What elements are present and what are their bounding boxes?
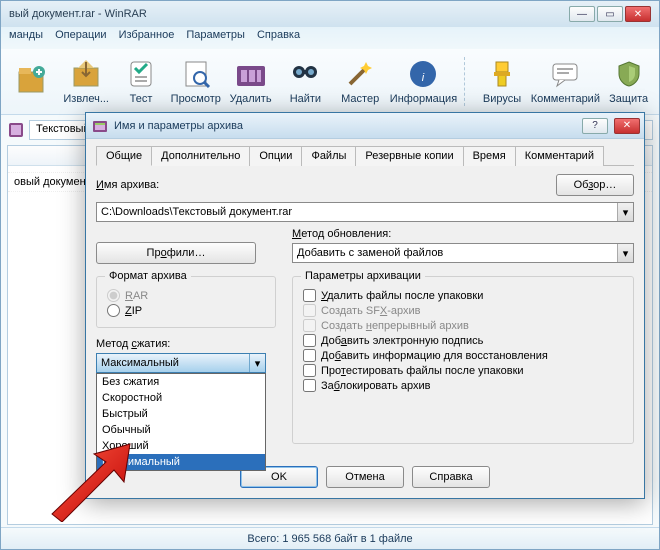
compression-select[interactable]: Максимальный ▾ xyxy=(96,353,266,373)
menu-commands[interactable]: манды xyxy=(9,29,43,47)
delete-icon xyxy=(235,58,267,90)
chevron-down-icon[interactable]: ▾ xyxy=(249,354,265,372)
profiles-button[interactable]: Профили… xyxy=(96,242,256,264)
archive-format-group: Формат архива RAR ZIP xyxy=(96,276,276,328)
archive-name-input[interactable]: C:\Downloads\Текстовый документ.rar ▾ xyxy=(96,202,634,222)
tool-comment[interactable]: Комментарий xyxy=(530,51,600,112)
tab-comment[interactable]: Комментарий xyxy=(515,146,604,166)
main-window-title: вый документ.rar - WinRAR xyxy=(9,8,147,20)
dialog-title: Имя и параметры архива xyxy=(114,120,576,132)
pointer-arrow-icon xyxy=(44,442,134,522)
tool-view[interactable]: Просмотр xyxy=(169,51,222,112)
compression-label: Метод сжатия: xyxy=(96,338,276,350)
tab-advanced[interactable]: Дополнительно xyxy=(151,146,250,166)
dd-option-fast[interactable]: Быстрый xyxy=(97,406,265,422)
tab-backup[interactable]: Резервные копии xyxy=(355,146,463,166)
tab-general[interactable]: Общие xyxy=(96,146,152,166)
archive-params-group: Параметры архивации Удалить файлы после … xyxy=(292,276,634,444)
toolbar: Извлеч... Тест Просмотр Удалить Найти Ма… xyxy=(1,49,659,115)
status-text: Всего: 1 965 568 байт в 1 файле xyxy=(247,533,412,545)
winrar-icon xyxy=(92,118,108,134)
check-test-after[interactable]: Протестировать файлы после упаковки xyxy=(303,364,623,377)
update-method-label: Метод обновления: xyxy=(292,228,634,240)
chevron-down-icon[interactable]: ▾ xyxy=(617,244,633,262)
virus-icon xyxy=(486,58,518,90)
main-close-button[interactable]: ✕ xyxy=(625,6,651,22)
maximize-button[interactable]: ▭ xyxy=(597,6,623,22)
protect-icon xyxy=(613,58,645,90)
find-icon xyxy=(289,58,321,90)
comment-icon xyxy=(549,58,581,90)
menu-bar: манды Операции Избранное Параметры Справ… xyxy=(1,27,659,49)
archive-options-dialog: Имя и параметры архива ? ✕ Общие Дополни… xyxy=(85,112,645,499)
tool-add[interactable] xyxy=(5,51,58,112)
dd-option-none[interactable]: Без сжатия xyxy=(97,374,265,390)
dd-option-normal[interactable]: Обычный xyxy=(97,422,265,438)
info-icon: i xyxy=(407,58,439,90)
format-zip-radio[interactable]: ZIP xyxy=(107,304,265,317)
chevron-down-icon[interactable]: ▾ xyxy=(617,203,633,221)
browse-button[interactable]: Обзор… xyxy=(556,174,634,196)
tool-info[interactable]: i Информация xyxy=(389,51,459,112)
check-sfx: Создать SFX-архив xyxy=(303,304,623,317)
format-rar-radio[interactable]: RAR xyxy=(107,289,265,302)
check-signature[interactable]: Добавить электронную подпись xyxy=(303,334,623,347)
test-icon xyxy=(125,58,157,90)
archive-add-icon xyxy=(15,64,47,96)
menu-operations[interactable]: Операции xyxy=(55,29,106,47)
dialog-tabs: Общие Дополнительно Опции Файлы Резервны… xyxy=(96,145,634,166)
extract-icon xyxy=(70,58,102,90)
check-solid: Создать непрерывный архив xyxy=(303,319,623,332)
tool-extract[interactable]: Извлеч... xyxy=(60,51,113,112)
tab-time[interactable]: Время xyxy=(463,146,516,166)
toolbar-separator xyxy=(464,57,469,106)
wizard-icon xyxy=(344,58,376,90)
cancel-button[interactable]: Отмена xyxy=(326,466,404,488)
menu-favorites[interactable]: Избранное xyxy=(119,29,175,47)
menu-options[interactable]: Параметры xyxy=(186,29,245,47)
tool-wizard[interactable]: Мастер xyxy=(334,51,387,112)
dd-option-fastest[interactable]: Скоростной xyxy=(97,390,265,406)
dialog-help-button[interactable]: ? xyxy=(582,118,608,134)
archive-icon xyxy=(7,121,25,139)
dialog-title-bar[interactable]: Имя и параметры архива ? ✕ xyxy=(86,113,644,139)
view-icon xyxy=(180,58,212,90)
tool-virus[interactable]: Вирусы xyxy=(476,51,529,112)
check-lock[interactable]: Заблокировать архив xyxy=(303,379,623,392)
check-recovery[interactable]: Добавить информацию для восстановления xyxy=(303,349,623,362)
tab-options[interactable]: Опции xyxy=(249,146,302,166)
check-delete-after[interactable]: Удалить файлы после упаковки xyxy=(303,289,623,302)
tool-find[interactable]: Найти xyxy=(279,51,332,112)
minimize-button[interactable]: — xyxy=(569,6,595,22)
main-window-title-bar: вый документ.rar - WinRAR — ▭ ✕ xyxy=(1,1,659,27)
tool-delete[interactable]: Удалить xyxy=(224,51,277,112)
menu-help[interactable]: Справка xyxy=(257,29,300,47)
tool-protect[interactable]: Защита xyxy=(602,51,655,112)
update-method-select[interactable]: Добавить с заменой файлов ▾ xyxy=(292,243,634,263)
help-button[interactable]: Справка xyxy=(412,466,490,488)
tool-test[interactable]: Тест xyxy=(115,51,168,112)
status-bar: Всего: 1 965 568 байт в 1 файле xyxy=(1,527,659,549)
archive-name-label: ИИмя архива:мя архива: xyxy=(96,179,159,191)
tab-files[interactable]: Файлы xyxy=(301,146,356,166)
dialog-close-button[interactable]: ✕ xyxy=(614,118,640,134)
